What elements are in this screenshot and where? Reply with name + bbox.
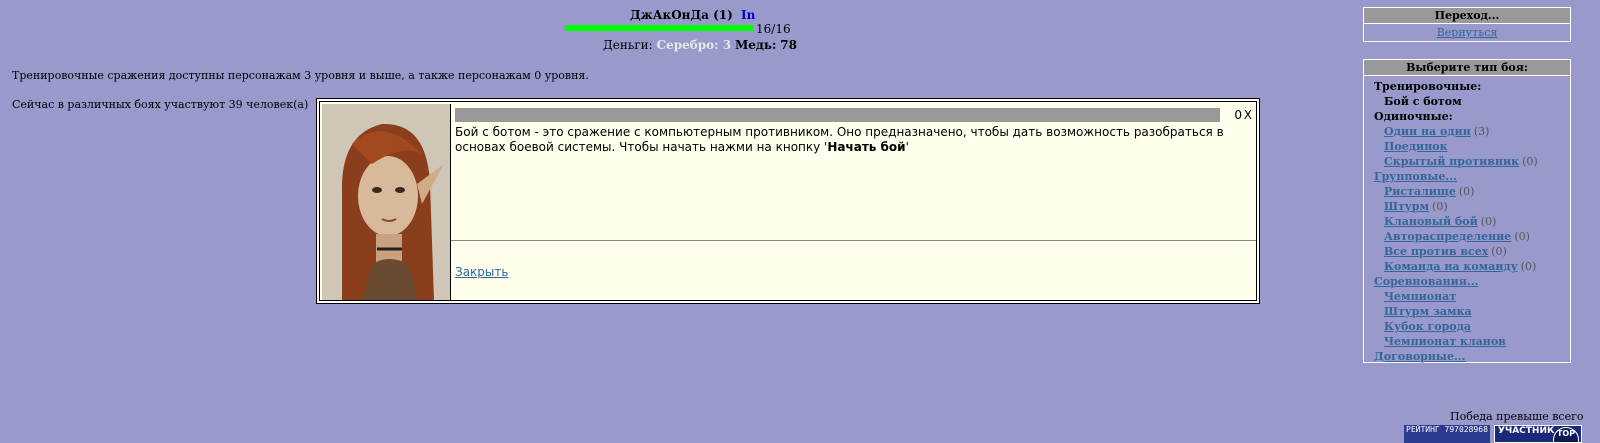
navigation-panel: Переход... Вернуться	[1363, 7, 1571, 42]
battle-type-link[interactable]: Скрытый противник	[1384, 155, 1519, 168]
top-member-badge[interactable]: УЧАСТНИК TOP	[1494, 425, 1582, 443]
participants-count-text: Сейчас в различных боях участвуют 39 чел…	[12, 98, 309, 111]
battle-type-item[interactable]: Штурм (0)	[1374, 199, 1570, 214]
top-logo-icon: TOP	[1553, 427, 1579, 442]
silver-amount: Серебро: 3	[656, 38, 732, 52]
back-link[interactable]: Вернуться	[1364, 26, 1570, 39]
battle-type-count: (0)	[1432, 200, 1448, 213]
battle-type-item[interactable]: Все против всех (0)	[1374, 244, 1570, 259]
battle-type-item[interactable]: Ристалище (0)	[1374, 184, 1570, 199]
dialog-divider	[451, 240, 1256, 241]
battle-type-link[interactable]: Штурм	[1384, 200, 1429, 213]
battle-type-count: (0)	[1480, 215, 1497, 228]
battle-type-item: Бой с ботом	[1384, 95, 1462, 108]
money-line: Деньги: Серебро: 3 Медь: 78	[603, 38, 797, 52]
battle-type-count: (0)	[1520, 260, 1537, 273]
online-status[interactable]: In	[741, 8, 755, 22]
battle-type-link[interactable]: Групповые...	[1374, 170, 1457, 183]
battle-type-item[interactable]: Скрытый противник (0)	[1374, 154, 1570, 169]
navigation-title: Переход...	[1364, 8, 1570, 24]
battle-type-link[interactable]: Ристалище	[1384, 185, 1456, 198]
battle-description: Бой с ботом - это сражение с компьютерны…	[455, 125, 1246, 155]
dialog-content: 0 X Бой с ботом - это сражение с компьют…	[451, 102, 1256, 300]
character-level: (1)	[713, 8, 733, 22]
battle-type-count: (3)	[1473, 125, 1490, 138]
battle-type-count: (0)	[1491, 245, 1507, 258]
battle-type-item[interactable]: Договорные...	[1374, 349, 1570, 364]
slogan-text: Победа превыше всего	[1450, 410, 1584, 423]
rating-counter-badge[interactable]: РЕЙТИНГ 797028968	[1404, 425, 1490, 443]
battle-type-item[interactable]: Штурм замка	[1374, 304, 1570, 319]
battle-type-item[interactable]: Клановый бой (0)	[1374, 214, 1570, 229]
battle-type-link[interactable]: Поединок	[1384, 140, 1448, 153]
battle-type-link[interactable]: Команда на команду	[1384, 260, 1518, 273]
hp-value: 16/16	[756, 22, 791, 36]
battle-type-count: (0)	[1514, 230, 1530, 243]
battle-type-item: Тренировочные:	[1374, 80, 1482, 93]
money-label: Деньги:	[603, 38, 653, 52]
character-name-text: ДжАкОнДа	[630, 8, 709, 22]
battle-type-item[interactable]: Чемпионат кланов	[1374, 334, 1570, 349]
battle-type-link[interactable]: Соревнования...	[1374, 275, 1478, 288]
battle-type-item: Одиночные:	[1374, 110, 1453, 123]
battle-type-item[interactable]: Групповые...	[1374, 169, 1570, 184]
dialog-counter: 0	[1234, 108, 1242, 122]
hp-bar	[565, 25, 753, 31]
battle-type-link[interactable]: Штурм замка	[1384, 305, 1472, 318]
battle-type-count: (0)	[1522, 155, 1538, 168]
copper-label: Медь:	[734, 38, 777, 52]
battle-type-link[interactable]: Клановый бой	[1384, 215, 1478, 228]
character-name: ДжАкОнДа (1) In	[630, 8, 755, 22]
battle-type-link[interactable]: Чемпионат	[1384, 290, 1456, 303]
battle-type-link[interactable]: Чемпионат кланов	[1384, 335, 1506, 348]
battle-type-item[interactable]: Автораспределение (0)	[1374, 229, 1570, 244]
start-battle-highlight: Начать бой	[827, 140, 906, 154]
battle-type-item[interactable]: Кубок города	[1374, 319, 1570, 334]
battle-type-panel: Выберите тип боя: Тренировочные: Бой с бо…	[1363, 59, 1571, 363]
description-end: '	[905, 140, 909, 154]
battle-type-link[interactable]: Кубок города	[1384, 320, 1471, 333]
battle-type-title: Выберите тип боя:	[1364, 60, 1570, 76]
battle-type-item[interactable]: Чемпионат	[1374, 289, 1570, 304]
battle-type-link[interactable]: Все против всех	[1384, 245, 1488, 258]
battle-type-list: Тренировочные: Бой с ботом Одиночные: Один …	[1364, 76, 1570, 364]
close-link[interactable]: Закрыть	[455, 265, 508, 279]
battle-info-panel: 0 X Бой с ботом - это сражение с компьют…	[316, 98, 1260, 304]
copper-amount: 78	[780, 38, 797, 52]
dialog-title-bar	[455, 108, 1220, 122]
battle-type-item[interactable]: Соревнования...	[1374, 274, 1570, 289]
close-x-button[interactable]: X	[1244, 108, 1252, 122]
battle-type-count: (0)	[1458, 185, 1475, 198]
battle-type-item[interactable]: Команда на команду (0)	[1374, 259, 1570, 274]
battle-type-link[interactable]: Договорные...	[1374, 350, 1465, 363]
battle-type-item[interactable]: Поединок	[1374, 139, 1570, 154]
battle-type-link[interactable]: Один на один	[1384, 125, 1471, 138]
character-portrait	[322, 104, 451, 300]
battle-type-link[interactable]: Автораспределение	[1384, 230, 1511, 243]
battle-type-item[interactable]: Один на один (3)	[1374, 124, 1570, 139]
member-badge-label: УЧАСТНИК	[1498, 426, 1555, 436]
training-info-text: Тренировочные сражения доступны персонаж…	[12, 69, 589, 82]
